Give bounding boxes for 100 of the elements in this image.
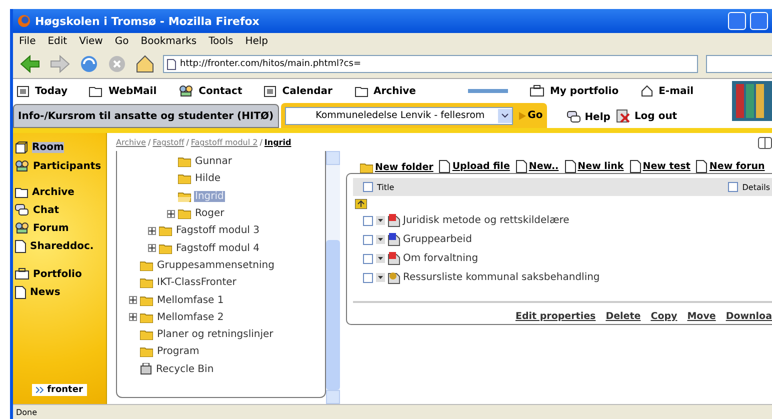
row-checkbox[interactable] — [363, 216, 373, 226]
tree-item[interactable]: Recycle Bin — [155, 364, 215, 375]
menu-arrow-icon[interactable] — [376, 254, 385, 263]
action-link[interactable]: Downloa — [726, 311, 772, 322]
nav-link[interactable]: Calendar — [264, 86, 332, 96]
tree-item[interactable]: Fagstoff modul 3 — [175, 225, 260, 236]
layout-icon[interactable] — [758, 137, 772, 149]
firefox-icon — [17, 14, 31, 28]
sidebar-item[interactable]: Archive — [15, 187, 104, 198]
sidebar-item[interactable]: Forum — [15, 222, 104, 234]
folder-icon — [159, 225, 172, 236]
expand-box-icon[interactable] — [129, 313, 137, 322]
nav-link[interactable]: WebMail — [89, 86, 157, 96]
forward-icon[interactable] — [49, 55, 71, 73]
home-icon[interactable] — [135, 54, 155, 74]
menu-item[interactable]: File — [19, 36, 36, 47]
expand-box-icon[interactable] — [148, 244, 156, 252]
tree-item[interactable]: Planer og retningslinjer — [156, 329, 274, 340]
select-all-checkbox[interactable] — [363, 182, 373, 192]
toolbar-link[interactable]: Upload file — [439, 160, 510, 173]
play-icon — [518, 112, 526, 120]
url-text: http://fronter.com/hitos/main.phtml?cs= — [180, 59, 361, 69]
nav-link[interactable]: My portfolio — [530, 85, 619, 97]
breadcrumb-link[interactable]: Archive — [116, 138, 146, 147]
maximize-button[interactable] — [750, 12, 768, 30]
toolbar-link[interactable]: New.. — [516, 160, 559, 173]
people-icon — [15, 160, 29, 172]
tree-item[interactable]: Mellomfase 1 — [156, 294, 225, 306]
help-link[interactable]: Help — [566, 111, 610, 123]
tree-item[interactable]: Gruppesammensetning — [156, 260, 276, 271]
sidebar-item[interactable]: Portfolio — [15, 268, 104, 280]
details-checkbox[interactable] — [728, 182, 738, 192]
row-checkbox[interactable] — [363, 272, 373, 282]
menu-item[interactable]: View — [79, 36, 103, 47]
menu-arrow-icon[interactable] — [376, 273, 385, 282]
menu-item[interactable]: Help — [245, 36, 268, 47]
menu-item[interactable]: Go — [114, 36, 129, 47]
room-tab[interactable]: Info-/Kursrom til ansatte og studenter (HITØ) — [13, 104, 279, 128]
sidebar-item[interactable]: Chat — [15, 204, 104, 216]
tree-item[interactable]: Gunnar — [194, 156, 234, 168]
search-field[interactable] — [706, 55, 772, 73]
sidebar-item[interactable]: Shareddoc. — [15, 240, 104, 253]
file-title[interactable]: Gruppearbeid — [403, 234, 472, 245]
breadcrumb-separator: / — [260, 138, 262, 147]
row-checkbox[interactable] — [363, 254, 373, 264]
sidebar-item[interactable]: News — [15, 286, 104, 299]
nav-link[interactable]: E-mail — [640, 85, 694, 97]
folder-icon — [159, 242, 172, 254]
expand-box-icon[interactable] — [148, 226, 156, 235]
scrollbar[interactable] — [326, 151, 340, 404]
trash-icon — [140, 363, 152, 376]
column-header: Details — [742, 182, 771, 192]
folder-icon — [178, 156, 191, 168]
nav-link[interactable]: Today — [17, 86, 68, 96]
toolbar-link[interactable]: New folder — [360, 162, 434, 173]
sidebar-item[interactable]: Participants — [15, 160, 104, 172]
menu-item[interactable]: Tools — [208, 36, 234, 47]
action-link[interactable]: Edit properties — [515, 311, 596, 322]
go-button[interactable]: Go — [518, 110, 543, 121]
room-select[interactable]: Kommuneledelse Lenvik - fellesrom — [284, 106, 513, 124]
folder-icon — [140, 312, 153, 323]
toolbar-link[interactable]: New test — [630, 160, 690, 173]
document-icon — [15, 240, 26, 253]
menu-item[interactable]: Edit — [48, 36, 68, 47]
breadcrumb-link[interactable]: Fagstoff — [152, 138, 184, 147]
up-folder-icon[interactable] — [355, 198, 367, 208]
action-link[interactable]: Copy — [650, 311, 678, 322]
tree-item[interactable]: Hilde — [194, 173, 222, 184]
logout-link[interactable]: Log out — [616, 109, 678, 123]
sidebar-item[interactable]: Room — [15, 141, 104, 154]
tree-item[interactable]: Fagstoff modul 4 — [175, 242, 260, 254]
tree-item[interactable]: Mellomfase 2 — [156, 312, 225, 323]
menu-arrow-icon[interactable] — [376, 235, 385, 244]
expand-box-icon[interactable] — [167, 210, 175, 218]
file-title[interactable]: Juridisk metode og rettskildelære — [403, 215, 570, 226]
action-link[interactable]: Move — [687, 311, 716, 322]
file-title[interactable]: Om forvaltning — [403, 253, 478, 264]
tree-item[interactable]: Program — [156, 346, 200, 358]
toolbar-link[interactable]: New link — [564, 160, 624, 173]
expand-box-icon[interactable] — [129, 296, 137, 304]
file-title[interactable]: Ressursliste kommunal saksbehandling — [403, 272, 600, 283]
tree-item[interactable]: Roger — [194, 208, 226, 220]
address-field[interactable]: http://fronter.com/hitos/main.phtml?cs= — [163, 55, 698, 73]
folder-icon — [140, 260, 153, 271]
toolbar-link[interactable]: New forun — [696, 160, 765, 173]
tree-item[interactable]: IKT-ClassFronter — [156, 277, 238, 288]
breadcrumb-link[interactable]: Fagstoff modul 2 — [190, 138, 258, 147]
minimize-button[interactable] — [728, 12, 746, 30]
back-icon[interactable] — [19, 55, 41, 73]
row-checkbox[interactable] — [363, 234, 373, 244]
nav-link[interactable]: Archive — [354, 86, 416, 96]
reload-icon[interactable] — [79, 54, 99, 74]
action-link[interactable]: Delete — [606, 311, 641, 322]
folder-icon — [140, 277, 153, 288]
breadcrumb-link[interactable]: Ingrid — [264, 138, 292, 147]
nav-link[interactable]: Contact — [178, 85, 242, 97]
status-text: Done — [16, 408, 38, 416]
menu-arrow-icon[interactable] — [376, 216, 385, 225]
menu-item[interactable]: Bookmarks — [140, 36, 197, 47]
document-icon — [564, 160, 576, 173]
